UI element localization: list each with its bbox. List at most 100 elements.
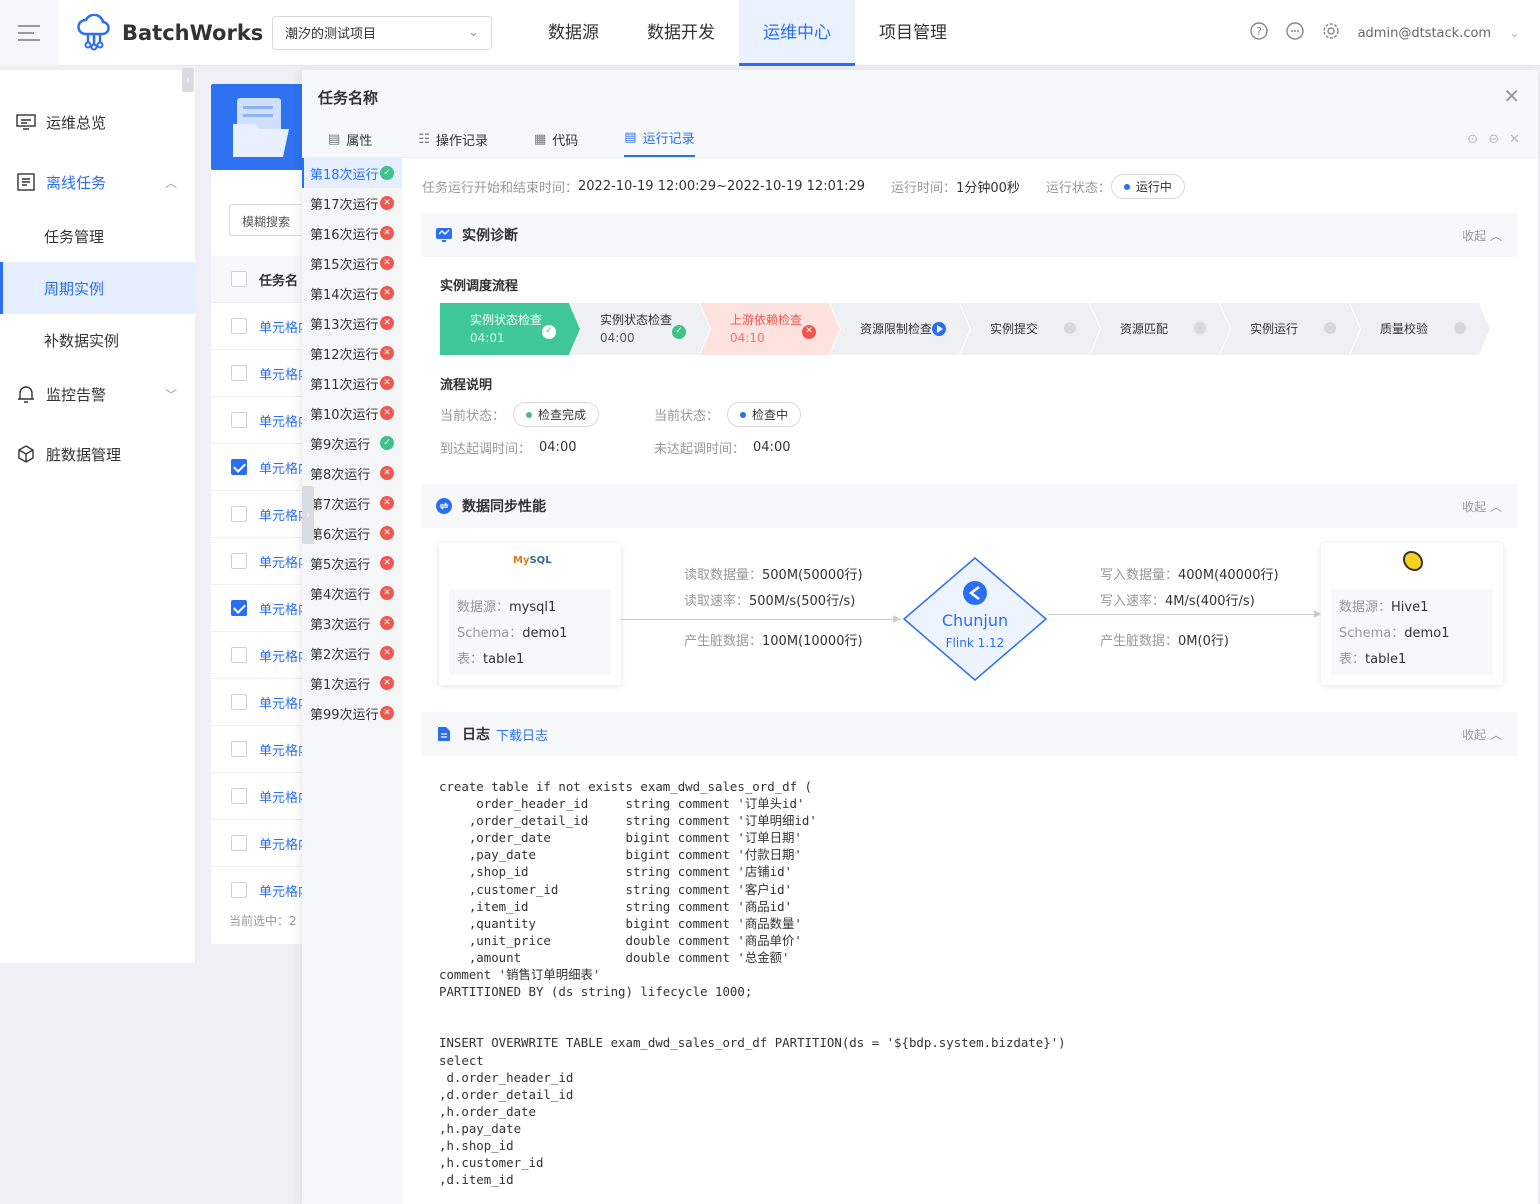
row-checkbox[interactable]	[231, 506, 247, 522]
run-list-item[interactable]: 第6次运行 ✕	[302, 518, 402, 548]
help-icon[interactable]: ?	[1249, 22, 1268, 44]
row-checkbox[interactable]	[231, 318, 247, 334]
table-row[interactable]: 单元格内	[211, 443, 311, 490]
close-icon[interactable]: ✕	[1509, 132, 1520, 147]
collapse-toggle[interactable]: 收起 ︿	[1462, 227, 1502, 244]
expand-icon[interactable]: ⊙	[1467, 132, 1478, 147]
minimize-icon[interactable]: ⊖	[1488, 132, 1499, 147]
run-list-item[interactable]: 第8次运行 ✕	[302, 458, 402, 488]
tab-run-records[interactable]: ▤ 运行记录	[624, 128, 695, 157]
column-header-task-name: 任务名	[259, 273, 299, 289]
run-list-item[interactable]: 第9次运行 ✓	[302, 428, 402, 458]
table-row[interactable]: 单元格内	[211, 490, 311, 537]
menu-icon[interactable]	[0, 0, 58, 66]
user-account[interactable]: admin@dtstack.com	[1358, 26, 1492, 41]
table-row[interactable]: 单元格内	[211, 349, 311, 396]
run-list-item[interactable]: 第11次运行 ✕	[302, 368, 402, 398]
sidebar-item-cycle-instance[interactable]: 周期实例	[0, 262, 195, 314]
nav-datasource[interactable]: 数据源	[524, 0, 623, 66]
row-checkbox[interactable]	[231, 412, 247, 428]
sidebar-item-monitor[interactable]: 监控告警 ﹀	[0, 366, 195, 422]
row-checkbox[interactable]	[231, 835, 247, 851]
diag-section-header[interactable]: 实例诊断 收起 ︿	[422, 213, 1518, 257]
table-row[interactable]: 单元格内	[211, 772, 311, 819]
flow-step[interactable]: 质量校验	[1350, 303, 1490, 355]
table-row[interactable]: 单元格内	[211, 537, 311, 584]
table-row[interactable]: 单元格内	[211, 725, 311, 772]
sidebar-item-patch-instance[interactable]: 补数据实例	[0, 314, 195, 366]
sidebar-item-dirty[interactable]: 脏数据管理	[0, 426, 195, 482]
sidebar-item-task-manage[interactable]: 任务管理	[0, 210, 195, 262]
run-list-item[interactable]: 第18次运行 ✓	[302, 158, 402, 188]
run-list-item[interactable]: 第17次运行 ✕	[302, 188, 402, 218]
table-row[interactable]: 单元格内	[211, 396, 311, 443]
flow-step[interactable]: 上游依赖检查 04:10 ✕	[700, 303, 840, 355]
schedule-flow: 实例状态检查 04:01 ✓ 实例状态检查 04:00 ✓ 上游依赖检查 04:10 ✕ 资源限制…	[440, 303, 1490, 355]
run-list-item[interactable]: 第5次运行 ✕	[302, 548, 402, 578]
tab-properties[interactable]: ▤ 属性	[328, 130, 396, 157]
run-list-item[interactable]: 第99次运行 ✕	[302, 698, 402, 728]
select-all-checkbox[interactable]	[231, 271, 247, 287]
row-checkbox[interactable]	[231, 365, 247, 381]
table-row[interactable]: 单元格内	[211, 819, 311, 866]
flow-step[interactable]: 资源匹配	[1090, 303, 1230, 355]
sidebar-collapse-button[interactable]: ‹	[182, 68, 194, 92]
flow-step[interactable]: 实例状态检查 04:01 ✓	[440, 303, 580, 355]
table-row[interactable]: 单元格内	[211, 678, 311, 725]
run-list-item[interactable]: 第10次运行 ✕	[302, 398, 402, 428]
logo[interactable]: BatchWorks	[76, 13, 272, 52]
collapse-label: 收起	[1462, 727, 1487, 742]
run-list-item[interactable]: 第3次运行 ✕	[302, 608, 402, 638]
table-row[interactable]: 单元格内	[211, 631, 311, 678]
log-section-header[interactable]: 日志 下载日志 收起 ︿	[422, 712, 1518, 756]
row-checkbox[interactable]	[231, 741, 247, 757]
download-log-link[interactable]: 下载日志	[496, 725, 548, 744]
nav-ops[interactable]: 运维中心	[739, 0, 855, 66]
arrive-time: 到达起调时间： 04:00	[440, 438, 576, 457]
flow-step[interactable]: 资源限制检查	[830, 303, 970, 355]
run-list-item[interactable]: 第7次运行 ✕	[302, 488, 402, 518]
run-label: 第6次运行	[310, 527, 371, 543]
row-checkbox[interactable]	[231, 882, 247, 898]
gear-icon[interactable]	[1322, 22, 1340, 44]
table-row[interactable]: 单元格内	[211, 866, 311, 913]
sidebar-item-offline[interactable]: 离线任务 ︿	[0, 154, 195, 210]
sync-section-header[interactable]: 数据同步性能 收起 ︿	[422, 484, 1518, 528]
run-list-item[interactable]: 第16次运行 ✕	[302, 218, 402, 248]
table-row[interactable]: 单元格内	[211, 302, 311, 349]
nav-dev[interactable]: 数据开发	[623, 0, 739, 66]
run-list-item[interactable]: 第13次运行 ✕	[302, 308, 402, 338]
row-checkbox[interactable]	[231, 600, 247, 616]
flow-step[interactable]: 实例运行	[1220, 303, 1360, 355]
row-checkbox[interactable]	[231, 647, 247, 663]
run-list-item[interactable]: 第2次运行 ✕	[302, 638, 402, 668]
run-list-item[interactable]: 第4次运行 ✕	[302, 578, 402, 608]
row-checkbox[interactable]	[231, 788, 247, 804]
collapse-toggle[interactable]: 收起 ︿	[1462, 726, 1502, 743]
run-list-item[interactable]: 第15次运行 ✕	[302, 248, 402, 278]
sidebar-item-overview[interactable]: 运维总览	[0, 94, 195, 150]
step-name: 实例状态检查	[470, 313, 543, 327]
collapse-toggle[interactable]: 收起 ︿	[1462, 498, 1502, 515]
run-list-item[interactable]: 第1次运行 ✕	[302, 668, 402, 698]
message-icon[interactable]	[1285, 22, 1304, 44]
tab-code[interactable]: ▦ 代码	[534, 130, 602, 157]
error-icon: ✕	[380, 316, 394, 330]
row-checkbox[interactable]	[231, 459, 247, 475]
drawer-collapse-handle[interactable]: ›	[302, 486, 314, 544]
project-select[interactable]: 潮汐的测试项目 ⌄	[272, 15, 492, 50]
flow-step[interactable]: 实例提交	[960, 303, 1100, 355]
chevron-up-icon: ︿	[164, 175, 177, 190]
run-list-item[interactable]: 第12次运行 ✕	[302, 338, 402, 368]
flow-step[interactable]: 实例状态检查 04:00 ✓	[570, 303, 710, 355]
close-icon[interactable]: ✕	[1503, 84, 1520, 108]
chevron-down-icon[interactable]: ⌄	[1509, 26, 1520, 41]
row-checkbox[interactable]	[231, 694, 247, 710]
search-input[interactable]: 模糊搜索	[229, 204, 309, 236]
error-icon: ✕	[380, 466, 394, 480]
tab-operation-log[interactable]: ☷ 操作记录	[418, 130, 512, 157]
run-list-item[interactable]: 第14次运行 ✕	[302, 278, 402, 308]
nav-project[interactable]: 项目管理	[855, 0, 971, 66]
row-checkbox[interactable]	[231, 553, 247, 569]
table-row[interactable]: 单元格内	[211, 584, 311, 631]
